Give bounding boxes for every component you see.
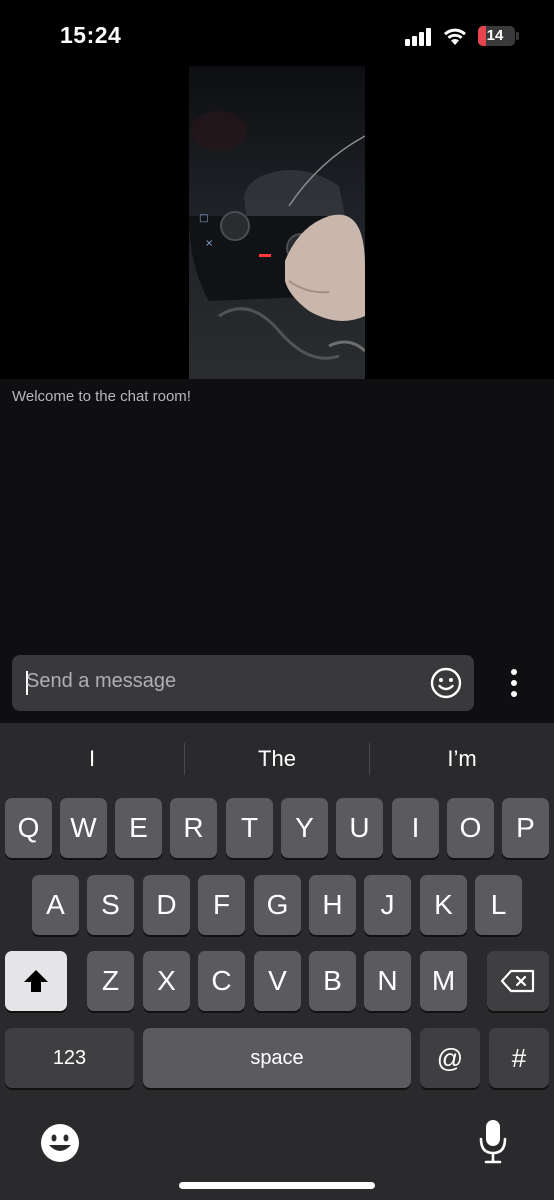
key-b[interactable]: B <box>309 951 356 1011</box>
welcome-message: Welcome to the chat room! <box>12 388 191 405</box>
key-j[interactable]: J <box>364 875 411 935</box>
key-i[interactable]: I <box>392 798 439 858</box>
key-a[interactable]: A <box>32 875 79 935</box>
delete-key[interactable] <box>487 951 549 1011</box>
numbers-key[interactable]: 123 <box>5 1028 134 1088</box>
hash-key[interactable]: # <box>489 1028 549 1088</box>
home-indicator[interactable] <box>179 1182 375 1189</box>
key-x[interactable]: X <box>143 951 190 1011</box>
key-c[interactable]: C <box>198 951 245 1011</box>
vertical-ellipsis-icon[interactable] <box>500 665 528 701</box>
smiley-face-icon[interactable] <box>430 667 462 699</box>
battery-icon: 14 <box>478 26 515 46</box>
chat-area: Welcome to the chat room! Send a message <box>0 379 554 723</box>
shift-arrow-icon <box>24 970 48 992</box>
battery-level: 14 <box>486 27 504 44</box>
emoji-icon[interactable] <box>40 1123 80 1163</box>
key-t[interactable]: T <box>226 798 273 858</box>
key-d[interactable]: D <box>143 875 190 935</box>
live-video-frame[interactable]: □ × <box>189 66 365 379</box>
key-q[interactable]: Q <box>5 798 52 858</box>
at-key[interactable]: @ <box>420 1028 480 1088</box>
key-e[interactable]: E <box>115 798 162 858</box>
svg-text:×: × <box>205 238 213 249</box>
key-w[interactable]: W <box>60 798 107 858</box>
key-k[interactable]: K <box>420 875 467 935</box>
status-time: 15:24 <box>60 22 122 48</box>
suggestion-3[interactable]: I’m <box>370 735 554 783</box>
cellular-signal-icon <box>405 28 435 46</box>
key-v[interactable]: V <box>254 951 301 1011</box>
suggestion-1[interactable]: I <box>0 735 184 783</box>
key-m[interactable]: M <box>420 951 467 1011</box>
message-input-placeholder: Send a message <box>26 670 177 692</box>
suggestion-2[interactable]: The <box>185 735 369 783</box>
shift-key[interactable] <box>5 951 67 1011</box>
svg-text:□: □ <box>199 213 208 224</box>
battery-tip <box>516 32 519 40</box>
video-player[interactable]: □ × <box>0 66 554 379</box>
message-input[interactable]: Send a message <box>12 655 474 711</box>
key-g[interactable]: G <box>254 875 301 935</box>
key-u[interactable]: U <box>336 798 383 858</box>
key-n[interactable]: N <box>364 951 411 1011</box>
key-z[interactable]: Z <box>87 951 134 1011</box>
key-y[interactable]: Y <box>281 798 328 858</box>
backspace-icon <box>501 969 535 993</box>
key-l[interactable]: L <box>475 875 522 935</box>
key-h[interactable]: H <box>309 875 356 935</box>
suggestion-bar: I The I’m <box>0 735 554 783</box>
keyboard: I The I’m Q W E R T Y U I O P A S D F G … <box>0 723 554 1200</box>
key-f[interactable]: F <box>198 875 245 935</box>
key-s[interactable]: S <box>87 875 134 935</box>
wifi-icon <box>443 26 467 46</box>
key-p[interactable]: P <box>502 798 549 858</box>
microphone-icon[interactable] <box>478 1119 508 1165</box>
status-bar: 15:24 14 <box>0 0 554 66</box>
key-r[interactable]: R <box>170 798 217 858</box>
key-o[interactable]: O <box>447 798 494 858</box>
space-key[interactable]: space <box>143 1028 411 1088</box>
